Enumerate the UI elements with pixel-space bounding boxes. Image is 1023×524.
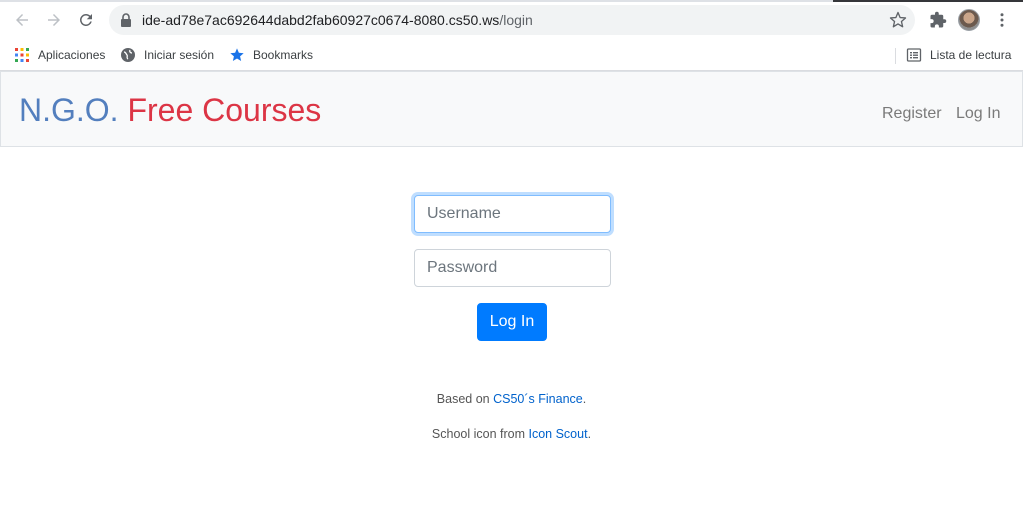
browser-toolbar: ide-ad78e7ac692644dabd2fab60927c0674-808… [0, 0, 1023, 40]
brand-free-courses: Free Courses [127, 92, 322, 128]
more-vertical-icon [1000, 13, 1004, 27]
footer-text: . [582, 392, 587, 406]
url-text: ide-ad78e7ac692644dabd2fab60927c0674-808… [142, 12, 533, 28]
address-bar[interactable]: ide-ad78e7ac692644dabd2fab60927c0674-808… [109, 5, 915, 35]
back-button[interactable] [11, 9, 33, 31]
cs50-finance-link[interactable]: CS50´s Finance [493, 392, 583, 406]
reading-list-button[interactable]: Lista de lectura [906, 45, 1011, 65]
puzzle-icon [930, 11, 947, 28]
nav-register-link[interactable]: Register [882, 105, 942, 123]
url-host: ide-ad78e7ac692644dabd2fab60927c0674-808… [142, 12, 500, 28]
username-input[interactable] [414, 195, 611, 233]
footer-text: School icon from [431, 427, 529, 441]
bookmark-star-icon[interactable] [889, 11, 907, 29]
login-submit-button[interactable]: Log In [477, 303, 547, 341]
footer-credit-icon: School icon from Icon Scout. [0, 427, 1023, 441]
url-path: /login [499, 12, 533, 28]
reading-list-label: Lista de lectura [930, 48, 1012, 62]
bookmark-label: Bookmarks [253, 48, 314, 62]
bookmark-bookmarks[interactable]: Bookmarks [229, 45, 313, 65]
reload-icon [79, 13, 92, 26]
bookmarks-bar: Aplicaciones Iniciar sesión Bookmarks Li… [0, 40, 1023, 71]
site-navbar: N.G.O. Free Courses Register Log In [0, 71, 1023, 147]
extensions-button[interactable] [927, 9, 949, 31]
footer-text: Based on [436, 392, 494, 406]
apps-grid-icon [15, 48, 29, 62]
brand-logo[interactable]: N.G.O. Free Courses [19, 92, 321, 129]
footer-credit-finance: Based on CS50´s Finance. [0, 392, 1023, 406]
bookmark-apps[interactable]: Aplicaciones [14, 45, 105, 65]
bookmark-signin[interactable]: Iniciar sesión [120, 45, 214, 65]
reading-list-icon [906, 48, 922, 62]
bookmarks-divider [895, 48, 896, 64]
bookmark-label: Iniciar sesión [144, 48, 215, 62]
star-bookmark-icon [230, 48, 244, 61]
reload-button[interactable] [75, 9, 97, 31]
globe-icon [121, 48, 135, 62]
arrow-right-icon [48, 14, 60, 26]
lock-icon [121, 13, 131, 27]
profile-avatar[interactable] [958, 9, 980, 31]
password-input[interactable] [414, 249, 611, 287]
arrow-left-icon [16, 14, 28, 26]
tab-strip-edge [0, 0, 1023, 2]
browser-menu-button[interactable] [991, 9, 1013, 31]
icon-scout-link[interactable]: Icon Scout [529, 427, 588, 441]
footer-text: . [587, 427, 592, 441]
bookmark-label: Aplicaciones [38, 48, 106, 62]
forward-button[interactable] [43, 9, 65, 31]
nav-login-link[interactable]: Log In [956, 105, 1000, 123]
brand-ngo: N.G.O. [19, 92, 119, 128]
